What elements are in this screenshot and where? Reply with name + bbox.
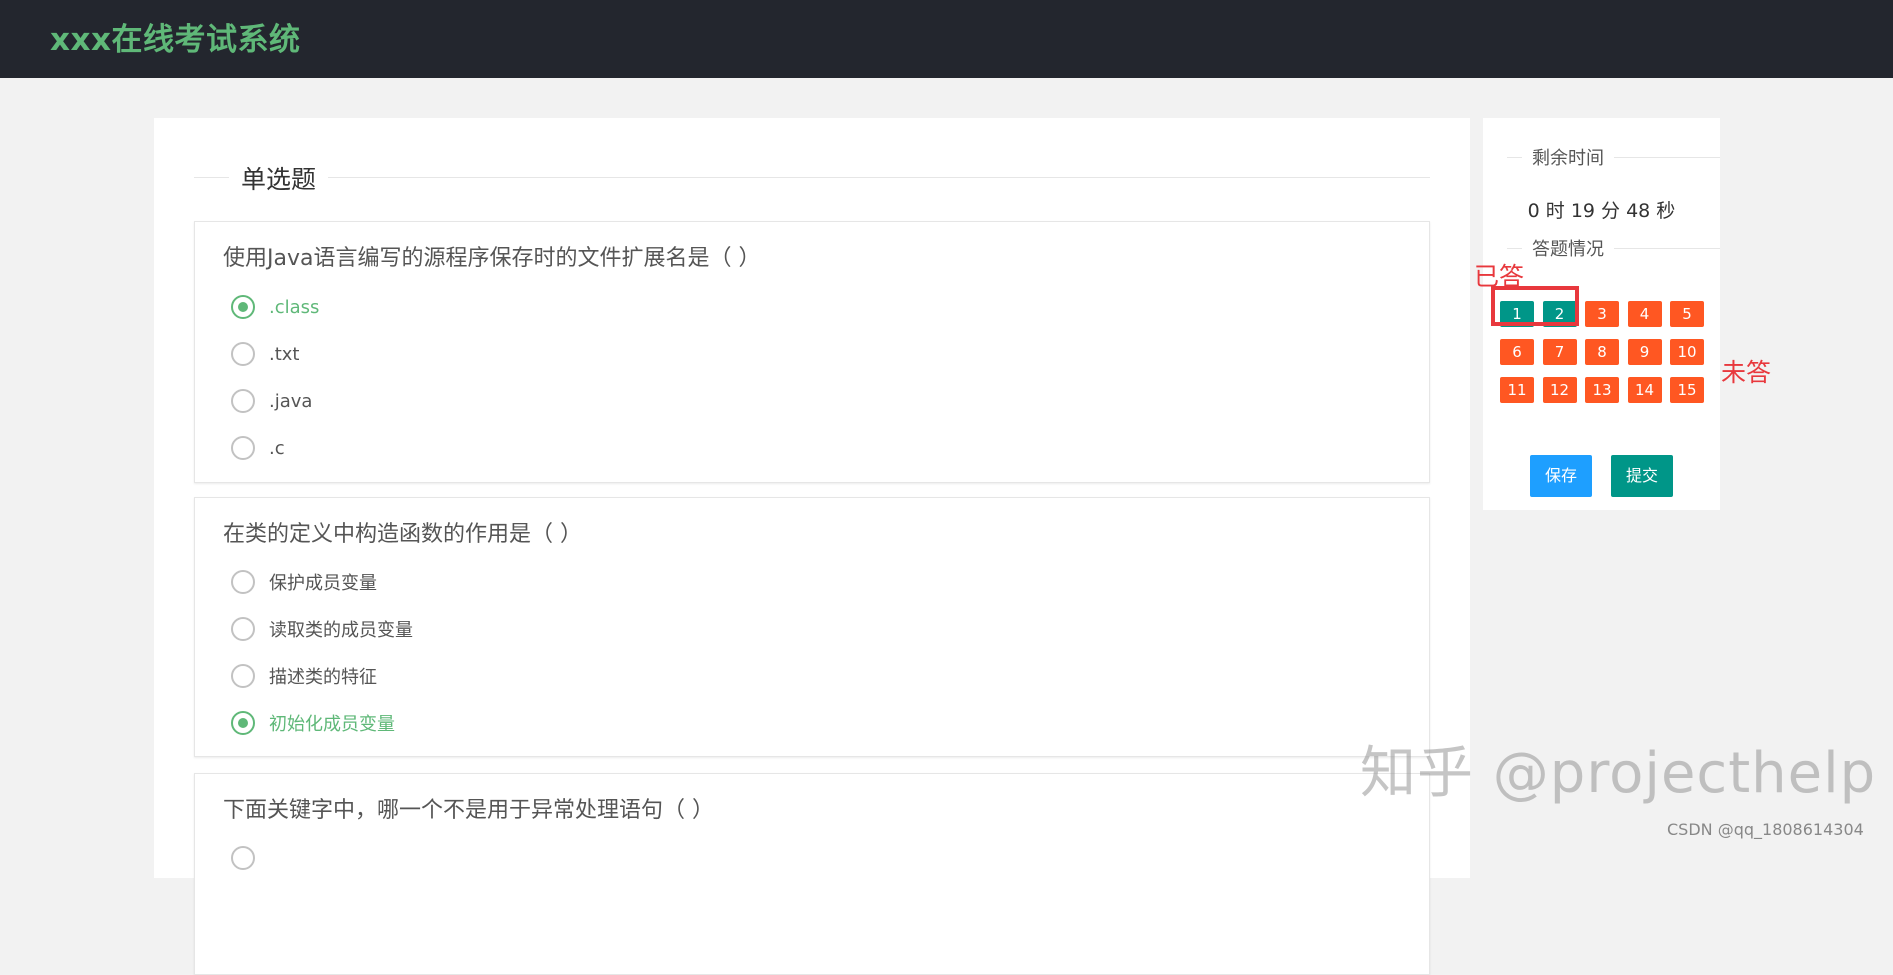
question-number-button[interactable]: 13 — [1585, 377, 1619, 403]
answered-annotation: 已答 — [1474, 262, 1525, 291]
question-number-button[interactable]: 11 — [1500, 377, 1534, 403]
watermark: 知乎 @projecthelp — [1360, 741, 1877, 806]
app-title: xxx在线考试系统 — [50, 22, 301, 58]
question-number-button[interactable]: 8 — [1585, 339, 1619, 365]
question-number-button[interactable]: 4 — [1627, 301, 1662, 327]
answer-progress-header: 答题情况 — [1507, 235, 1720, 261]
option-q1-c[interactable]: .java — [231, 386, 312, 416]
question-number-button[interactable]: 12 — [1542, 377, 1577, 403]
submit-button[interactable]: 提交 — [1611, 455, 1673, 497]
question-number-button[interactable]: 7 — [1542, 339, 1577, 365]
option-label: .class — [269, 296, 320, 318]
option-q1-b[interactable]: .txt — [231, 339, 300, 369]
option-q2-d[interactable]: 初始化成员变量 — [231, 708, 395, 738]
question-text: 在类的定义中构造函数的作用是（ ） — [223, 522, 582, 547]
question-card-1: 使用Java语言编写的源程序保存时的文件扩展名是（ ） .class .txt … — [194, 221, 1430, 483]
section-header: 单选题 — [194, 160, 1430, 196]
option-q3-a[interactable] — [231, 843, 269, 873]
option-label: .txt — [269, 343, 300, 365]
question-number-button[interactable]: 5 — [1670, 301, 1704, 327]
option-label: 初始化成员变量 — [269, 714, 395, 735]
question-number-button[interactable]: 9 — [1627, 339, 1662, 365]
answer-progress-label: 答题情况 — [1522, 235, 1614, 261]
question-number-button[interactable]: 15 — [1670, 377, 1704, 403]
option-q2-a[interactable]: 保护成员变量 — [231, 567, 377, 597]
question-number-button[interactable]: 6 — [1500, 339, 1534, 365]
option-q2-b[interactable]: 读取类的成员变量 — [231, 614, 413, 644]
remaining-time-label: 剩余时间 — [1522, 144, 1614, 170]
option-q1-a[interactable]: .class — [231, 292, 319, 322]
unanswered-annotation: 未答 — [1721, 358, 1772, 387]
option-label: .java — [269, 390, 313, 412]
question-card-3: 下面关键字中，哪一个不是用于异常处理语句（ ） — [194, 773, 1430, 975]
save-button[interactable]: 保存 — [1530, 455, 1592, 497]
radio-icon[interactable] — [231, 389, 255, 413]
credit-text: CSDN @qq_1808614304 — [1667, 820, 1864, 839]
radio-icon[interactable] — [231, 570, 255, 594]
radio-icon[interactable] — [231, 342, 255, 366]
option-label: 描述类的特征 — [269, 667, 377, 688]
countdown-timer: 0 时 19 分 48 秒 — [1527, 200, 1676, 222]
radio-icon[interactable] — [231, 617, 255, 641]
option-q1-d[interactable]: .c — [231, 433, 285, 463]
question-text: 下面关键字中，哪一个不是用于异常处理语句（ ） — [223, 798, 714, 823]
remaining-time-header: 剩余时间 — [1507, 144, 1720, 170]
option-label: 读取类的成员变量 — [269, 620, 413, 641]
top-header: xxx在线考试系统 — [0, 0, 1893, 78]
question-text: 使用Java语言编写的源程序保存时的文件扩展名是（ ） — [223, 246, 761, 271]
question-number-button[interactable]: 10 — [1670, 339, 1704, 365]
option-label: 保护成员变量 — [269, 573, 377, 594]
radio-checked-icon[interactable] — [231, 711, 255, 735]
option-q2-c[interactable]: 描述类的特征 — [231, 661, 377, 691]
question-panel: 单选题 使用Java语言编写的源程序保存时的文件扩展名是（ ） .class .… — [154, 118, 1470, 975]
section-divider — [194, 177, 1430, 178]
radio-icon[interactable] — [231, 436, 255, 460]
section-title: 单选题 — [229, 160, 329, 196]
option-label: .c — [269, 437, 285, 459]
question-number-button[interactable]: 14 — [1627, 377, 1662, 403]
radio-icon[interactable] — [231, 664, 255, 688]
question-card-2: 在类的定义中构造函数的作用是（ ） 保护成员变量 读取类的成员变量 描述类的特征… — [194, 497, 1430, 757]
radio-checked-icon[interactable] — [231, 295, 255, 319]
question-number-button[interactable]: 3 — [1585, 301, 1619, 327]
